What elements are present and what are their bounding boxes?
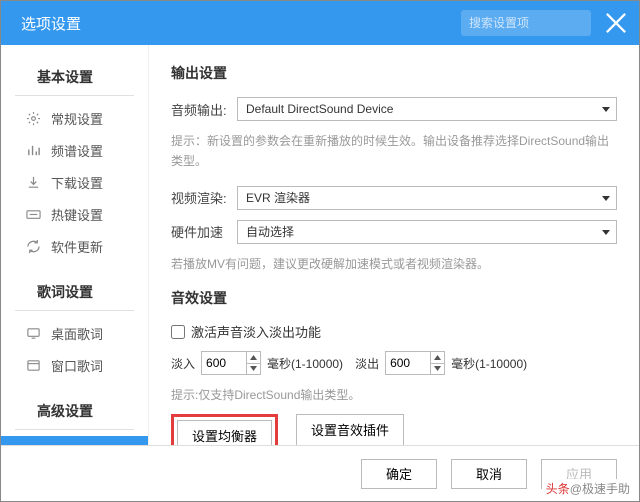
fade-in-unit: 毫秒(1-10000)	[267, 355, 343, 372]
bars-icon	[25, 142, 41, 158]
fade-checkbox-label: 激活声音淡入淡出功能	[191, 322, 321, 341]
sidebar-item-download[interactable]: 下载设置	[1, 166, 148, 198]
highlight-box: 设置均衡器	[171, 414, 278, 445]
window-title: 选项设置	[21, 13, 81, 34]
audio-plugin-button[interactable]: 设置音效插件	[296, 414, 404, 445]
sidebar-item-spectrum[interactable]: 频谱设置	[1, 134, 148, 166]
group-lyric: 歌词设置	[15, 278, 134, 311]
spin-up-icon[interactable]	[247, 352, 260, 364]
gear-icon	[25, 110, 41, 126]
keyboard-icon	[25, 206, 41, 222]
window-icon	[25, 357, 41, 373]
ok-button[interactable]: 确定	[361, 459, 437, 489]
sidebar-item-label: 频谱设置	[51, 141, 103, 160]
cancel-button[interactable]: 取消	[451, 459, 527, 489]
search-box[interactable]	[461, 10, 591, 36]
monitor-icon	[25, 325, 41, 341]
sidebar-item-label: 软件更新	[51, 237, 103, 256]
fade-out-spinner[interactable]	[385, 351, 445, 375]
hwaccel-select[interactable]: 自动选择	[237, 220, 617, 244]
effect-hint: 提示:仅支持DirectSound输出类型。	[171, 385, 617, 405]
audio-hint: 提示：新设置的参数会在重新播放的时候生效。输出设备推荐选择DirectSound…	[171, 131, 617, 172]
close-button[interactable]	[605, 12, 627, 34]
spin-down-icon[interactable]	[431, 364, 444, 375]
sidebar-item-label: 窗口歌词	[51, 356, 103, 375]
group-advanced: 高级设置	[15, 397, 134, 430]
hw-hint: 若播放MV有问题，建议更改硬解加速模式或者视频渲染器。	[171, 254, 617, 274]
sidebar-item-label: 常规设置	[51, 109, 103, 128]
video-render-select[interactable]: EVR 渲染器	[237, 186, 617, 210]
sidebar-item-update[interactable]: 软件更新	[1, 230, 148, 262]
sidebar-item-hotkey[interactable]: 热键设置	[1, 198, 148, 230]
group-basic: 基本设置	[15, 63, 134, 96]
fade-out-unit: 毫秒(1-10000)	[451, 355, 527, 372]
hwaccel-label: 硬件加速	[171, 222, 237, 241]
sidebar-item-audio-effect[interactable]: 音效设置	[1, 436, 148, 445]
refresh-icon	[25, 238, 41, 254]
spin-down-icon[interactable]	[247, 364, 260, 375]
sidebar-item-window-lyric[interactable]: 窗口歌词	[1, 349, 148, 381]
sidebar-item-label: 下载设置	[51, 173, 103, 192]
sidebar-item-desktop-lyric[interactable]: 桌面歌词	[1, 317, 148, 349]
fade-checkbox[interactable]	[171, 325, 185, 339]
attribution: 头条@极速手助	[542, 479, 634, 498]
fade-checkbox-row[interactable]: 激活声音淡入淡出功能	[171, 322, 617, 341]
fade-in-label: 淡入	[171, 355, 195, 372]
sidebar-item-label: 热键设置	[51, 205, 103, 224]
equalizer-button[interactable]: 设置均衡器	[177, 420, 272, 445]
video-render-label: 视频渲染:	[171, 188, 237, 207]
fade-out-label: 淡出	[355, 355, 379, 372]
section-output: 输出设置	[171, 63, 617, 83]
main-panel: 输出设置 音频输出: Default DirectSound Device 提示…	[149, 45, 639, 445]
sidebar: 基本设置 常规设置 频谱设置 下载设置 热键设置 软件更新 歌词设置 桌面歌词 …	[1, 45, 149, 445]
search-input[interactable]	[469, 16, 585, 30]
audio-output-label: 音频输出:	[171, 100, 237, 119]
audio-output-select[interactable]: Default DirectSound Device	[237, 97, 617, 121]
download-icon	[25, 174, 41, 190]
section-effect: 音效设置	[171, 288, 617, 308]
spin-up-icon[interactable]	[431, 352, 444, 364]
sidebar-item-general[interactable]: 常规设置	[1, 102, 148, 134]
fade-in-spinner[interactable]	[201, 351, 261, 375]
sidebar-item-label: 桌面歌词	[51, 324, 103, 343]
